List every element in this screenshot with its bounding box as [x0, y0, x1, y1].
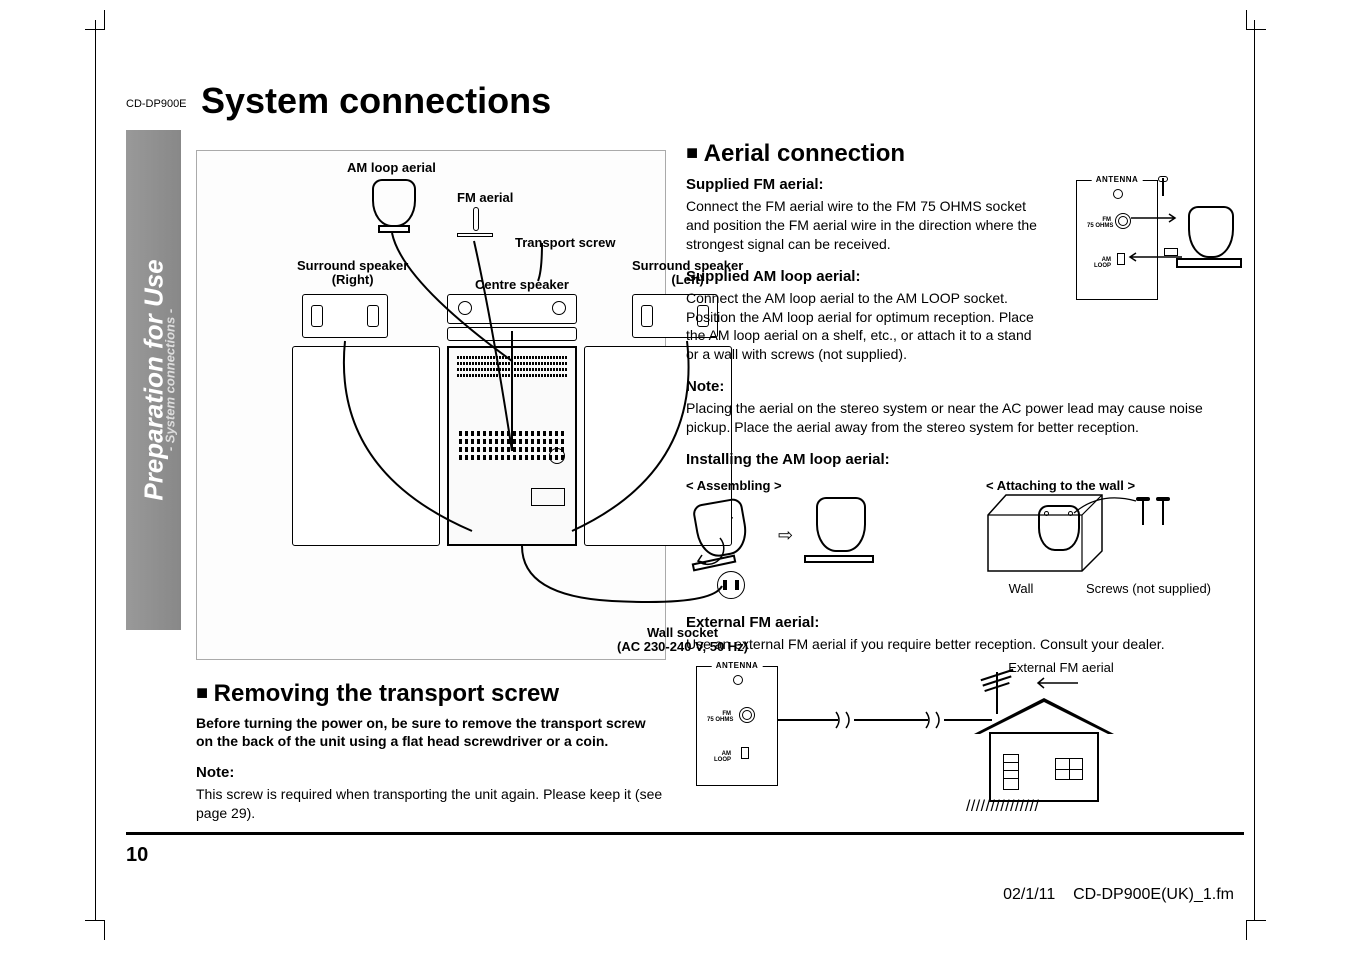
external-fm-diagram: ANTENNA FM 75 OHMS AM LOOP External FM a… — [686, 660, 1166, 800]
ground-icon: / / / / / / / / / / / / / / / — [966, 798, 1037, 816]
installing-am-loop-label: Installing the AM loop aerial: — [686, 451, 1246, 468]
page-title: System connections — [201, 80, 551, 122]
model-code: CD-DP900E — [126, 98, 187, 110]
right-column: Aerial connection ANTENNA FM 75 OHMS AM … — [686, 140, 1246, 800]
right-note-text: Placing the aerial on the stereo system … — [686, 399, 1246, 437]
screws-caption: Screws (not supplied) — [1086, 581, 1211, 596]
left-column: AM loop aerial FM aerial Transport screw… — [196, 150, 666, 823]
diagram-label-fm-aerial: FM aerial — [457, 191, 513, 205]
antenna-panel-icon: ANTENNA FM 75 OHMS AM LOOP — [1076, 180, 1158, 300]
manual-page: CD-DP900E System connections Preparation… — [95, 20, 1255, 920]
cables-icon — [292, 231, 752, 561]
footer-text: 02/1/11 CD-DP900E(UK)_1.fm — [1003, 886, 1234, 904]
transport-screw-instruction: Before turning the power on, be sure to … — [196, 714, 666, 750]
antenna-panel-title-2: ANTENNA — [712, 661, 763, 670]
am-aerial-text: Connect the AM loop aerial to the AM LOO… — [686, 289, 1046, 365]
external-fm-text: Use an external FM aerial if you require… — [686, 635, 1246, 654]
page-number: 10 — [126, 844, 148, 867]
system-connection-diagram: AM loop aerial FM aerial Transport screw… — [196, 150, 666, 660]
antenna-socket-diagram: ANTENNA FM 75 OHMS AM LOOP — [1076, 176, 1246, 301]
am-loop-icon — [372, 179, 416, 227]
external-aerial-caption: External FM aerial — [986, 660, 1136, 675]
section-removing-transport-screw: Removing the transport screw — [196, 680, 666, 708]
fm-aerial-icon — [473, 207, 479, 231]
diagram-label-am-loop: AM loop aerial — [347, 161, 436, 175]
fm-socket-label-2: FM 75 OHMS — [707, 711, 731, 723]
fm-aerial-text: Connect the FM aerial wire to the FM 75 … — [686, 197, 1046, 254]
am-socket-label: AM LOOP — [1087, 257, 1111, 269]
assembling-diagram: ⇨ — [686, 493, 886, 583]
side-tab: Preparation for Use - System connections… — [126, 130, 181, 630]
section-aerial-connection: Aerial connection — [686, 140, 1246, 168]
fm-socket-label: FM 75 OHMS — [1087, 217, 1111, 229]
assembling-label: < Assembling > — [686, 478, 936, 493]
left-note-label: Note: — [196, 764, 666, 781]
right-note-label: Note: — [686, 378, 1246, 395]
side-tab-sub: - System connections - — [163, 309, 178, 451]
am-socket-label-2: AM LOOP — [707, 751, 731, 763]
attaching-diagram — [986, 493, 1216, 583]
footer-rule — [126, 832, 1244, 835]
left-note-text: This screw is required when transporting… — [196, 785, 666, 823]
antenna-panel-title: ANTENNA — [1092, 176, 1143, 184]
attaching-label: < Attaching to the wall > — [986, 478, 1226, 493]
wall-caption: Wall — [986, 581, 1056, 596]
external-fm-label: External FM aerial: — [686, 614, 1246, 631]
